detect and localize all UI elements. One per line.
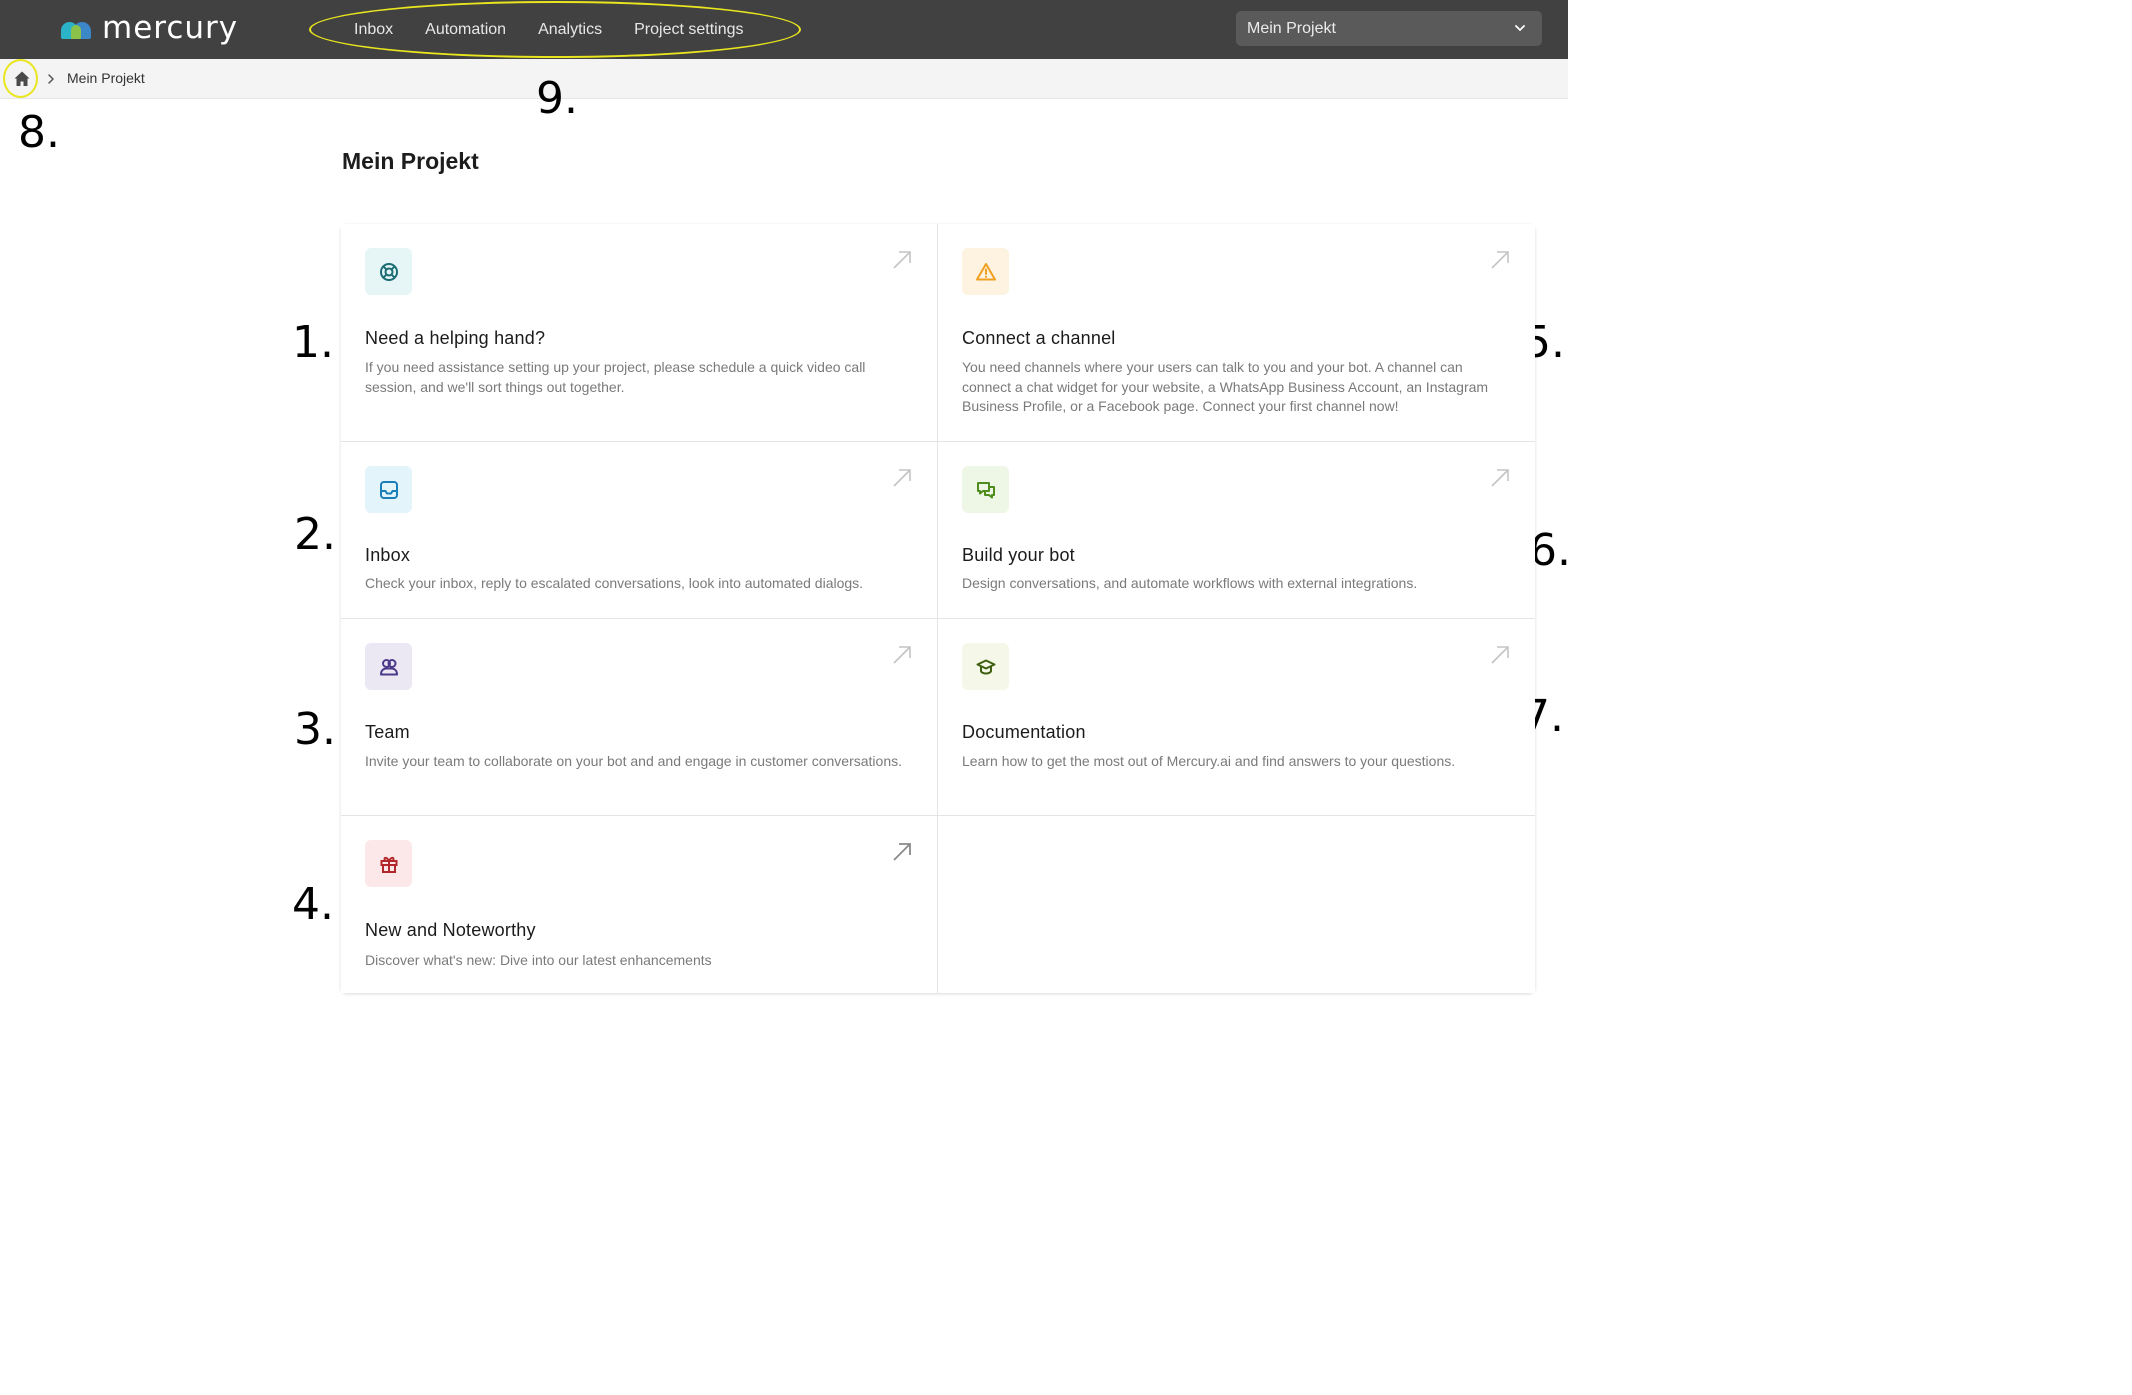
mercury-logo[interactable]: mercury [60,10,238,46]
gift-icon [380,856,397,873]
nav-item-analytics[interactable]: Analytics [538,20,602,40]
page-title: Mein Projekt [342,148,479,174]
card-description: Discover what's new: Dive into our lates… [365,952,712,968]
team-icon [379,658,398,675]
empty-card-cell [938,816,1535,993]
project-selector-value: Mein Projekt [1247,19,1336,37]
card-title: Connect a channel [962,328,1116,348]
card-connect-channel[interactable]: Connect a channel You need channels wher… [938,224,1535,442]
external-arrow-icon [893,251,911,269]
mercury-logo-text: mercury [102,10,239,46]
card-icon-tile [962,466,1009,513]
card-description: You need channels where your users can t… [962,359,1489,414]
card-description: Check your inbox, reply to escalated con… [365,575,864,591]
annotation-6: 6. [1529,525,1571,576]
card-documentation[interactable]: Documentation Learn how to get the most … [938,619,1535,816]
nav-item-inbox[interactable]: Inbox [338,20,393,40]
card-icon-tile [365,248,412,295]
nav-item-automation[interactable]: Automation [425,20,506,40]
nav-item-project-settings[interactable]: Project settings [634,20,743,40]
chevron-down-icon [1515,25,1525,31]
main-nav: Inbox Automation Analytics Project setti… [338,0,744,59]
top-navigation-bar: mercury Inbox Automation Analytics Proje… [0,0,1568,59]
chat-bubbles-icon [976,481,995,498]
annotation-8: 8. [18,107,60,158]
lifebuoy-icon [379,262,398,281]
card-icon-tile [962,643,1009,690]
card-title: Team [365,722,410,742]
card-description: Invite your team to collaborate on your … [365,753,902,769]
card-icon-tile [962,248,1009,295]
card-new-noteworthy[interactable]: New and Noteworthy Discover what's new: … [341,816,938,993]
card-team[interactable]: Team Invite your team to collaborate on … [341,619,938,816]
card-title: Need a helping hand? [365,328,546,348]
card-icon-tile [365,466,412,513]
external-arrow-icon [1491,646,1509,664]
card-build-bot[interactable]: Build your bot Design conversations, and… [938,442,1535,619]
card-description: If you need assistance setting up your p… [365,359,866,395]
annotation-3: 3. [294,704,336,755]
external-arrow-icon [893,646,911,664]
card-inbox[interactable]: Inbox Check your inbox, reply to escalat… [341,442,938,619]
graduation-cap-icon [976,659,995,675]
external-arrow-icon [1491,469,1509,487]
external-arrow-icon [1491,251,1509,269]
inbox-icon [379,480,398,499]
home-icon[interactable] [12,69,32,89]
breadcrumb-current[interactable]: Mein Projekt [67,70,145,86]
card-description: Design conversations, and automate workf… [962,575,1418,591]
chevron-right-icon [48,74,54,84]
card-icon-tile [365,840,412,887]
annotation-1: 1. [292,317,334,368]
project-selector[interactable]: Mein Projekt [1236,11,1542,46]
annotation-2: 2. [294,509,336,560]
project-cards-grid: Need a helping hand? If you need assista… [341,224,1535,993]
external-arrow-icon [893,469,911,487]
warning-icon [975,262,996,280]
card-title: New and Noteworthy [365,920,536,940]
annotation-9: 9. [536,73,578,124]
card-icon-tile [365,643,412,690]
external-arrow-icon [893,843,911,861]
card-description: Learn how to get the most out of Mercury… [962,753,1456,769]
breadcrumb: Mein Projekt [0,59,1568,99]
card-title: Build your bot [962,545,1075,565]
annotation-4: 4. [292,879,334,930]
mercury-logo-mark [60,17,96,39]
card-title: Inbox [365,545,411,565]
card-helping-hand[interactable]: Need a helping hand? If you need assista… [341,224,938,442]
card-title: Documentation [962,722,1086,742]
